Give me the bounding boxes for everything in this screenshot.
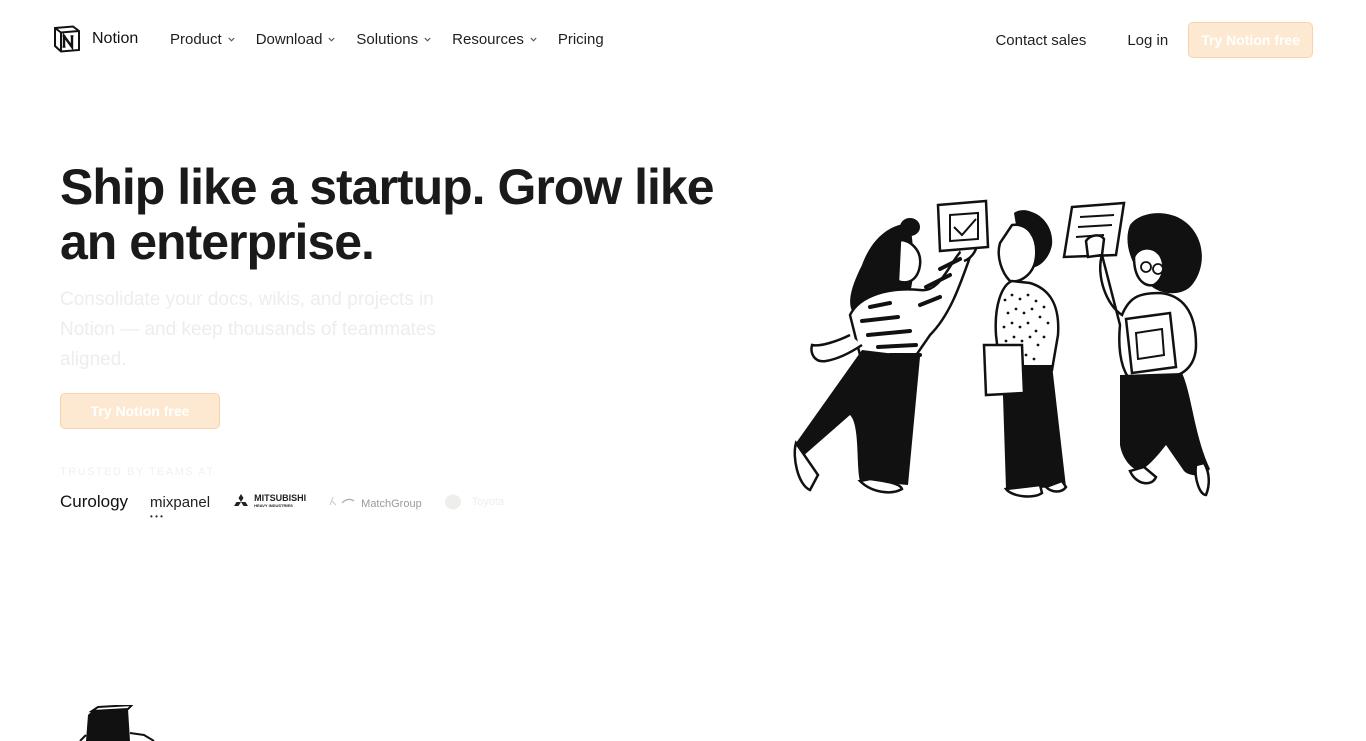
menu-item-resources[interactable]: Resources <box>452 31 537 48</box>
contact-sales-link[interactable]: Contact sales <box>995 32 1086 49</box>
login-link[interactable]: Log in <box>1127 32 1168 49</box>
menu-item-label: Download <box>255 31 323 48</box>
menu-item-label: Resources <box>452 31 524 48</box>
notion-logo-icon <box>54 25 80 53</box>
faded-logo-mark-icon <box>444 494 461 510</box>
person-middle <box>982 210 1068 498</box>
trusted-by-label: TRUSTED BY TEAMS AT <box>60 466 215 478</box>
menu-item-pricing[interactable]: Pricing <box>558 31 604 48</box>
hero-title-line-2: an enterprise. <box>60 214 375 270</box>
hero-subtitle: Consolidate your docs, wikis, and projec… <box>60 289 437 370</box>
hero-title-line-1: Ship like a startup. Grow like <box>60 159 715 215</box>
hero-illustration <box>793 199 1210 498</box>
customer-logos: Curology mixpanel • • • MITSUBISHI HEAVY… <box>60 492 526 521</box>
main-menu: Product Download Solutions Resources Pri… <box>170 31 625 48</box>
checked-document <box>936 199 990 253</box>
menu-item-product[interactable]: Product <box>170 31 235 48</box>
chevron-down-icon <box>530 37 537 42</box>
menu-item-solutions[interactable]: Solutions <box>356 31 431 48</box>
section-illustration-partial <box>79 705 155 741</box>
brand-name: Notion <box>92 30 139 47</box>
logo-faded: Toyota <box>444 493 504 511</box>
hero-title: Ship like a startup. Grow like an enterp… <box>60 160 750 270</box>
logo-mitsubishi: MITSUBISHI HEAVY INDUSTRIES <box>232 494 306 510</box>
menu-item-label: Solutions <box>356 31 419 48</box>
logo-matchgroup-text: MatchGroup <box>361 497 422 510</box>
chevron-down-icon <box>328 37 336 42</box>
logo-curology: Curology <box>60 492 129 511</box>
try-notion-free-button-hero[interactable]: Try Notion free <box>60 393 220 429</box>
logo-mixpanel-dots: • • • <box>150 511 163 521</box>
menu-item-download[interactable]: Download <box>256 31 336 48</box>
menu-item-label: Pricing <box>557 31 604 48</box>
logo-matchgroup: MatchGroup <box>328 495 422 510</box>
logo-mitsubishi-subtext: HEAVY INDUSTRIES <box>254 503 293 508</box>
lined-document <box>1062 201 1126 259</box>
try-notion-free-button-nav[interactable]: Try Notion free <box>1188 22 1313 58</box>
chevron-down-icon <box>424 37 431 42</box>
chevron-down-icon <box>228 37 235 42</box>
person-left <box>793 218 978 494</box>
brand-logo-link[interactable]: Notion <box>52 24 138 54</box>
nav-actions: Contact sales Log in Try Notion free <box>995 22 1313 58</box>
top-navigation: Notion Product Download Solutions Resour… <box>0 0 1366 80</box>
logo-mixpanel: mixpanel • • • <box>150 493 211 521</box>
logo-faded-text: Toyota <box>471 496 505 508</box>
three-diamonds-icon <box>234 494 249 506</box>
logo-mixpanel-text: mixpanel <box>150 493 211 511</box>
match-mark-icon <box>329 496 355 505</box>
menu-item-label: Product <box>170 31 222 48</box>
